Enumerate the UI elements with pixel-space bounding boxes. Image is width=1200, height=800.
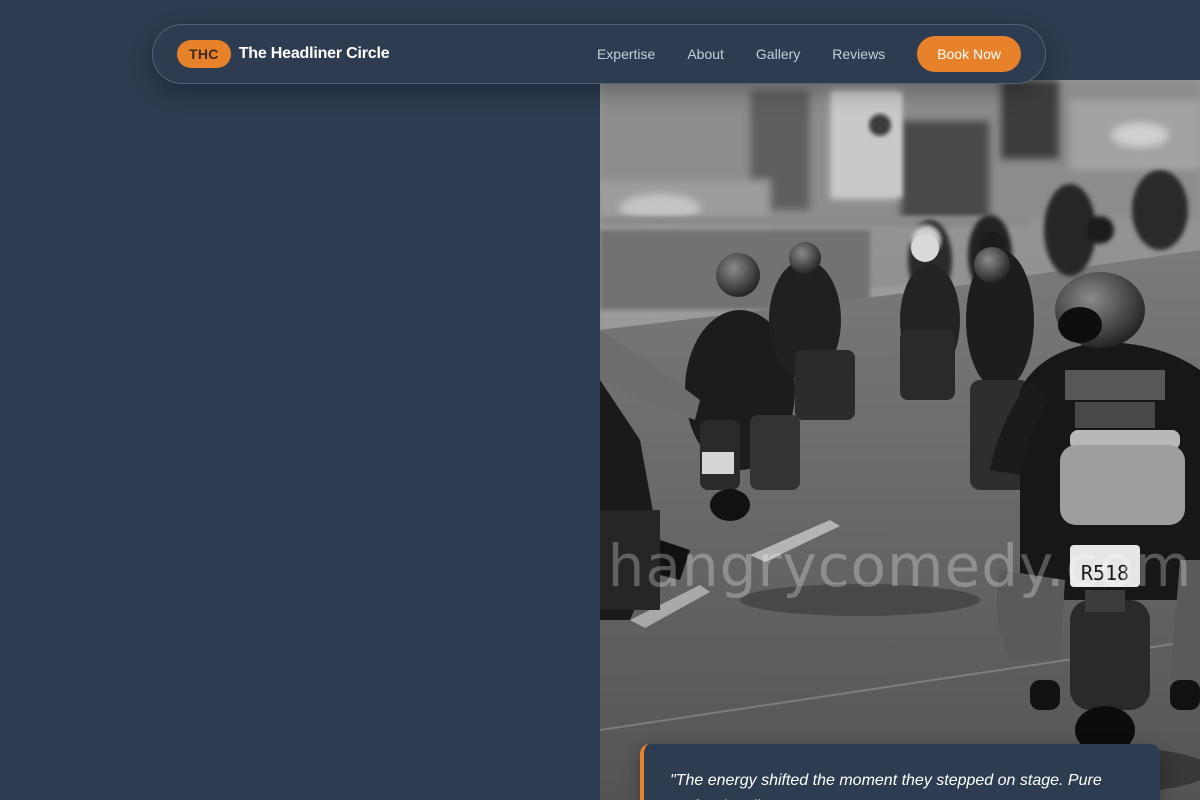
nav-links: Expertise About Gallery Reviews Book Now bbox=[597, 36, 1021, 72]
testimonial-card: "The energy shifted the moment they step… bbox=[640, 744, 1160, 800]
hero-image: R518 hangrycomedy.com bbox=[600, 80, 1200, 800]
nav-link-about[interactable]: About bbox=[687, 46, 724, 62]
brand-badge: THC bbox=[177, 40, 231, 68]
nav-link-expertise[interactable]: Expertise bbox=[597, 46, 655, 62]
top-navigation: THC The Headliner Circle Expertise About… bbox=[152, 24, 1046, 84]
book-now-button[interactable]: Book Now bbox=[917, 36, 1021, 72]
testimonial-quote: "The energy shifted the moment they step… bbox=[670, 772, 1102, 800]
brand-name: The Headliner Circle bbox=[238, 45, 390, 62]
brand-logo[interactable]: THC The Headliner Circle bbox=[177, 40, 390, 68]
motorcycle-photo: R518 bbox=[600, 80, 1200, 800]
nav-link-gallery[interactable]: Gallery bbox=[756, 46, 800, 62]
license-plate: R518 bbox=[1081, 561, 1129, 585]
page: R518 hangrycomedy.com THC The Headliner … bbox=[0, 0, 1200, 800]
nav-link-reviews[interactable]: Reviews bbox=[832, 46, 885, 62]
